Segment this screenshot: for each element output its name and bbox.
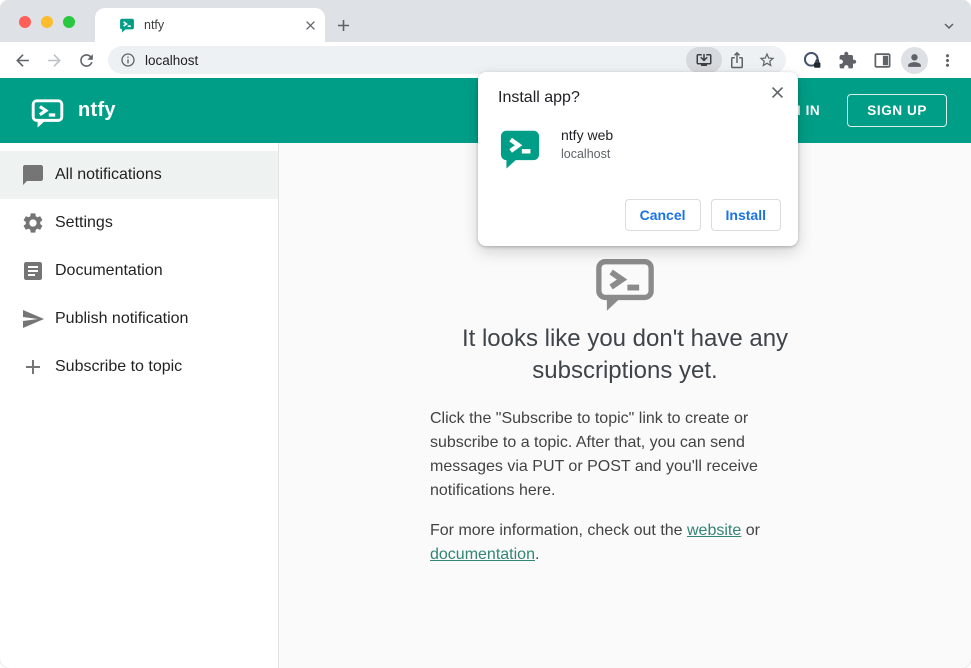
sidebar-item-label: Settings <box>55 214 113 231</box>
ntfy-empty-state-logo-icon <box>593 251 657 313</box>
app-brand-title: ntfy <box>78 99 116 121</box>
more-info-suffix: . <box>534 546 540 564</box>
sidebar-item-documentation[interactable]: Documentation <box>0 247 278 295</box>
install-app-dialog: Install app? ntfy web localhost Cancel I… <box>478 72 798 246</box>
forward-arrow-icon <box>45 51 64 70</box>
dialog-app-info: ntfy web localhost <box>561 126 613 161</box>
documentation-link[interactable]: documentation <box>430 546 535 563</box>
app-name: ntfy web <box>561 127 614 143</box>
macos-window-controls <box>19 16 75 28</box>
install-button[interactable]: Install <box>710 199 781 231</box>
dialog-title: Install app? <box>498 89 580 106</box>
tab-title: ntfy <box>144 18 165 32</box>
install-desktop-icon <box>695 51 713 69</box>
back-arrow-icon <box>13 51 32 70</box>
sidebar: All notifications Settings Documentation… <box>0 143 279 668</box>
sign-up-button[interactable]: SIGN UP <box>847 94 947 127</box>
new-tab-button[interactable] <box>334 16 353 35</box>
bookmark-button[interactable] <box>752 47 782 73</box>
browser-menu-button[interactable] <box>931 46 963 74</box>
website-link[interactable]: website <box>687 522 741 539</box>
macos-close-button[interactable] <box>19 16 31 28</box>
puzzle-icon <box>838 51 857 70</box>
browser-window: ntfy localhost ntfy IN SIGN UP All notif… <box>0 0 971 668</box>
address-bar[interactable]: localhost <box>108 46 786 74</box>
person-avatar-icon <box>905 51 924 70</box>
more-info-prefix: For more information, check out the <box>430 522 687 540</box>
toolbar-right-icons <box>796 46 963 74</box>
sidebar-item-label: Publish notification <box>55 310 189 327</box>
reload-button[interactable] <box>70 46 102 74</box>
profile-button[interactable] <box>901 46 928 74</box>
sidebar-item-label: All notifications <box>55 166 162 183</box>
macos-zoom-button[interactable] <box>63 16 75 28</box>
install-app-button[interactable] <box>686 47 722 73</box>
password-lock-icon <box>803 51 822 70</box>
app-origin: localhost <box>561 147 611 161</box>
password-manager-extension-button[interactable] <box>796 46 828 74</box>
dialog-close-icon[interactable] <box>768 83 787 102</box>
dialog-actions: Cancel Install <box>624 199 781 231</box>
tab-search-chevron-icon[interactable] <box>940 17 958 35</box>
star-icon <box>758 51 776 69</box>
sidebar-item-settings[interactable]: Settings <box>0 199 278 247</box>
share-icon <box>728 51 746 69</box>
reload-icon <box>77 51 96 70</box>
browser-tab-ntfy[interactable]: ntfy <box>95 8 325 42</box>
empty-state-title: It looks like you don't have any subscri… <box>461 325 789 385</box>
sidebar-item-all-notifications[interactable]: All notifications <box>0 151 278 199</box>
send-icon <box>21 307 45 331</box>
three-dots-icon <box>938 51 957 70</box>
ntfy-favicon-icon <box>119 17 135 33</box>
url-text: localhost <box>145 52 199 68</box>
plus-icon <box>21 355 45 379</box>
sidebar-item-publish-notification[interactable]: Publish notification <box>0 295 278 343</box>
sidebar-item-label: Documentation <box>55 262 163 279</box>
forward-button[interactable] <box>38 46 70 74</box>
sidebar-item-subscribe-to-topic[interactable]: Subscribe to topic <box>0 343 278 391</box>
site-info-icon[interactable] <box>120 52 136 68</box>
tab-close-icon[interactable] <box>302 17 319 34</box>
more-info-separator: or <box>741 522 760 540</box>
share-button[interactable] <box>722 47 752 73</box>
ntfy-app-icon <box>498 126 542 171</box>
macos-minimize-button[interactable] <box>41 16 53 28</box>
chat-icon <box>21 163 45 187</box>
side-panel-icon <box>873 51 892 70</box>
back-button[interactable] <box>6 46 38 74</box>
empty-state-description: Click the "Subscribe to topic" link to c… <box>430 410 758 500</box>
article-icon <box>21 259 45 283</box>
dialog-app-row: ntfy web localhost <box>498 126 778 171</box>
more-info-paragraph: For more information, check out the webs… <box>430 519 820 567</box>
gear-icon <box>21 211 45 235</box>
tab-strip: ntfy <box>0 0 971 42</box>
sidebar-item-label: Subscribe to topic <box>55 358 183 375</box>
extensions-button[interactable] <box>831 46 863 74</box>
ntfy-logo-icon <box>30 95 65 129</box>
cancel-button[interactable]: Cancel <box>624 199 701 231</box>
side-panel-button[interactable] <box>866 46 898 74</box>
